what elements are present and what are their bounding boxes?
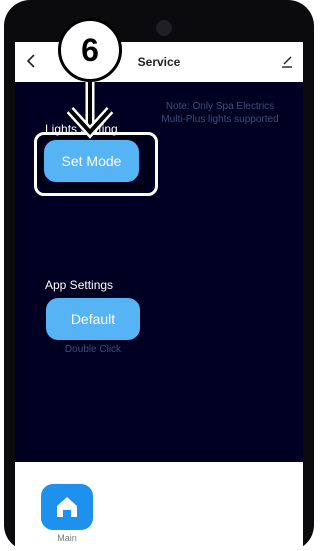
app-screen: Service Note: Only Spa Electrics Multi-P… [15,42,303,551]
step-number-badge: 6 [58,18,122,82]
edit-button[interactable] [279,53,295,69]
highlight-frame-inner [39,137,149,187]
front-camera [156,20,172,36]
callout-arrow-icon [66,80,114,139]
pencil-icon [282,56,292,68]
support-note: Note: Only Spa Electrics Multi-Plus ligh… [145,100,295,126]
bottom-tab-bar: Main [15,462,303,551]
support-note-line-1: Note: Only Spa Electrics [165,101,275,112]
default-hint-label: Double Click [64,344,122,355]
tab-main[interactable]: Main [41,484,93,544]
support-note-line-2: Multi-Plus lights supported [161,114,279,125]
home-icon [57,497,77,517]
tab-main-icon-bg [41,484,93,530]
default-button[interactable]: Default [46,298,140,340]
app-settings-label: App Settings [45,278,114,292]
tab-main-label: Main [57,533,77,543]
